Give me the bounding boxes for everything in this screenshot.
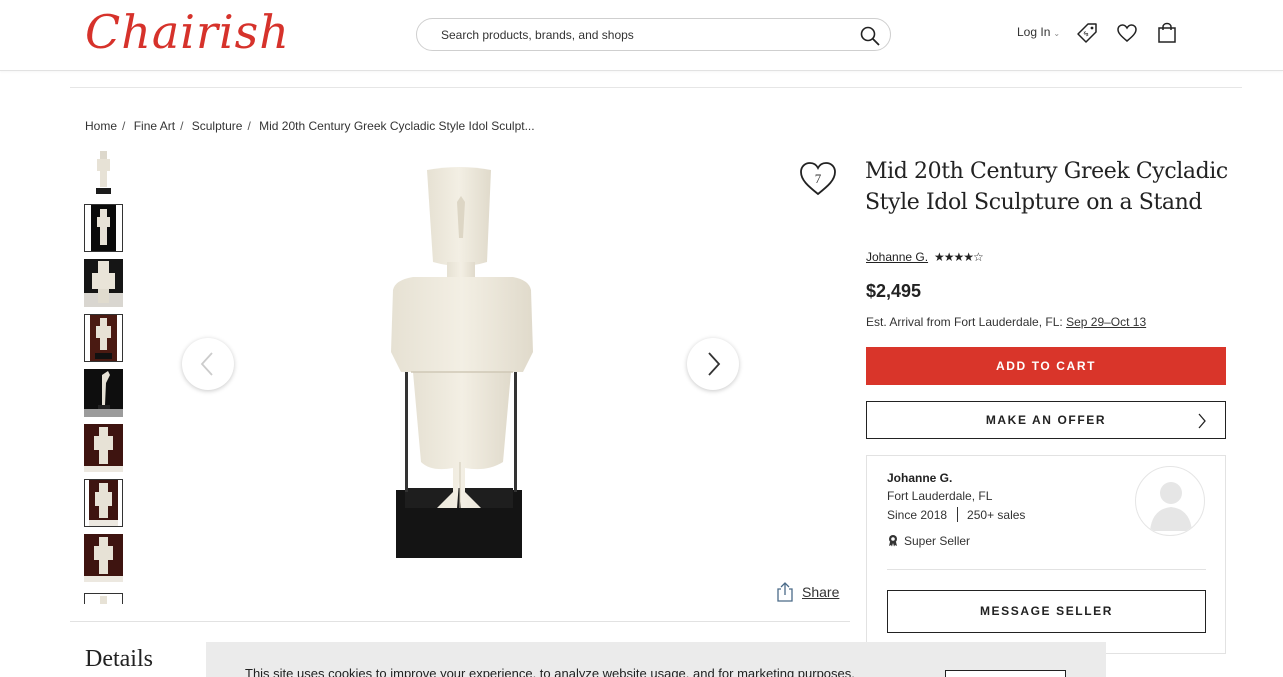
breadcrumb-current: Mid 20th Century Greek Cycladic Style Id… bbox=[259, 119, 535, 133]
chairish-logo[interactable]: Chairish bbox=[85, 2, 290, 62]
thumbnail-5[interactable] bbox=[84, 369, 123, 417]
search-icon[interactable] bbox=[859, 25, 881, 52]
seller-name[interactable]: Johanne G. bbox=[887, 471, 952, 485]
login-menu[interactable]: Log In ⌄ bbox=[1017, 25, 1060, 39]
chevron-down-icon: ⌄ bbox=[1053, 29, 1061, 38]
product-price: $2,495 bbox=[866, 281, 922, 301]
seller-avatar[interactable] bbox=[1135, 466, 1205, 536]
make-offer-label: MAKE AN OFFER bbox=[985, 413, 1107, 427]
message-seller-button[interactable]: MESSAGE SELLER bbox=[887, 590, 1206, 633]
divider bbox=[887, 569, 1206, 570]
thumbnail-1[interactable] bbox=[84, 149, 123, 197]
product-title: Mid 20th Century Greek Cycladic Style Id… bbox=[865, 159, 1228, 215]
chevron-left-icon bbox=[200, 352, 213, 376]
thumbnail-strip bbox=[84, 149, 124, 604]
super-seller-badge: Super Seller bbox=[887, 534, 970, 550]
share-label[interactable]: Share bbox=[802, 584, 839, 600]
share-icon bbox=[777, 582, 793, 602]
shopping-bag-icon[interactable] bbox=[1157, 22, 1177, 49]
next-image-button[interactable] bbox=[687, 338, 739, 390]
thumbnail-7[interactable] bbox=[84, 479, 123, 527]
heart-icon[interactable] bbox=[1116, 22, 1138, 49]
thumbnail-9[interactable] bbox=[84, 593, 123, 604]
chevron-right-icon bbox=[708, 352, 721, 376]
search-input[interactable] bbox=[441, 25, 841, 45]
favorite-count: 7 bbox=[814, 171, 822, 186]
make-offer-button[interactable]: MAKE AN OFFER bbox=[866, 401, 1226, 439]
details-heading: Details bbox=[85, 646, 153, 672]
previous-image-button[interactable] bbox=[182, 338, 234, 390]
seller-card: Johanne G. Fort Lauderdale, FL Since 201… bbox=[866, 455, 1226, 654]
breadcrumb-sculpture[interactable]: Sculpture bbox=[192, 119, 243, 133]
seller-stats: Since 2018 250+ sales bbox=[887, 507, 1025, 522]
seller-sales: 250+ sales bbox=[967, 508, 1026, 522]
login-label[interactable]: Log In bbox=[1017, 25, 1050, 39]
cookie-message: This site uses cookies to improve your e… bbox=[245, 666, 855, 677]
product-main-image[interactable] bbox=[383, 162, 543, 562]
seller-rating-stars: ★★★★☆ bbox=[934, 250, 984, 264]
seller-location: Fort Lauderdale, FL bbox=[887, 489, 993, 503]
super-seller-label: Super Seller bbox=[904, 534, 971, 548]
arrival-prefix: Est. Arrival from Fort Lauderdale, FL: bbox=[866, 315, 1063, 329]
thumbnail-6[interactable] bbox=[84, 424, 123, 472]
add-to-cart-button[interactable]: ADD TO CART bbox=[866, 347, 1226, 385]
breadcrumb-fine-art[interactable]: Fine Art bbox=[134, 119, 175, 133]
price-tag-icon[interactable]: $ bbox=[1076, 22, 1098, 49]
chevron-right-icon bbox=[1198, 413, 1206, 429]
divider bbox=[70, 87, 1242, 88]
award-ribbon-icon bbox=[889, 535, 897, 547]
breadcrumb-separator: / bbox=[180, 119, 184, 133]
favorite-button[interactable]: 7 bbox=[799, 160, 837, 198]
thumbnail-4[interactable] bbox=[84, 314, 123, 362]
site-header: Chairish Log In⌄ $ bbox=[0, 0, 1283, 71]
seller-since: Since 2018 bbox=[887, 508, 948, 522]
breadcrumb-separator: / bbox=[122, 119, 126, 133]
cookie-accept-button[interactable] bbox=[945, 670, 1066, 677]
thumbnail-2[interactable] bbox=[84, 204, 123, 252]
seller-link[interactable]: Johanne G. bbox=[866, 250, 928, 264]
breadcrumb-separator: / bbox=[247, 119, 251, 133]
divider bbox=[957, 507, 959, 522]
arrival-dates[interactable]: Sep 29–Oct 13 bbox=[1066, 315, 1146, 329]
breadcrumb-home[interactable]: Home bbox=[85, 119, 117, 133]
thumbnail-8[interactable] bbox=[84, 534, 123, 582]
estimated-arrival: Est. Arrival from Fort Lauderdale, FL: S… bbox=[866, 315, 1146, 329]
search-bar[interactable] bbox=[416, 18, 891, 51]
thumbnail-3[interactable] bbox=[84, 259, 123, 307]
share-button[interactable]: Share bbox=[776, 582, 839, 605]
cookie-banner: This site uses cookies to improve your e… bbox=[206, 642, 1106, 677]
breadcrumb: Home / Fine Art / Sculpture / Mid 20th Cent… bbox=[85, 119, 535, 133]
svg-text:$: $ bbox=[1082, 29, 1091, 38]
divider bbox=[70, 621, 850, 622]
